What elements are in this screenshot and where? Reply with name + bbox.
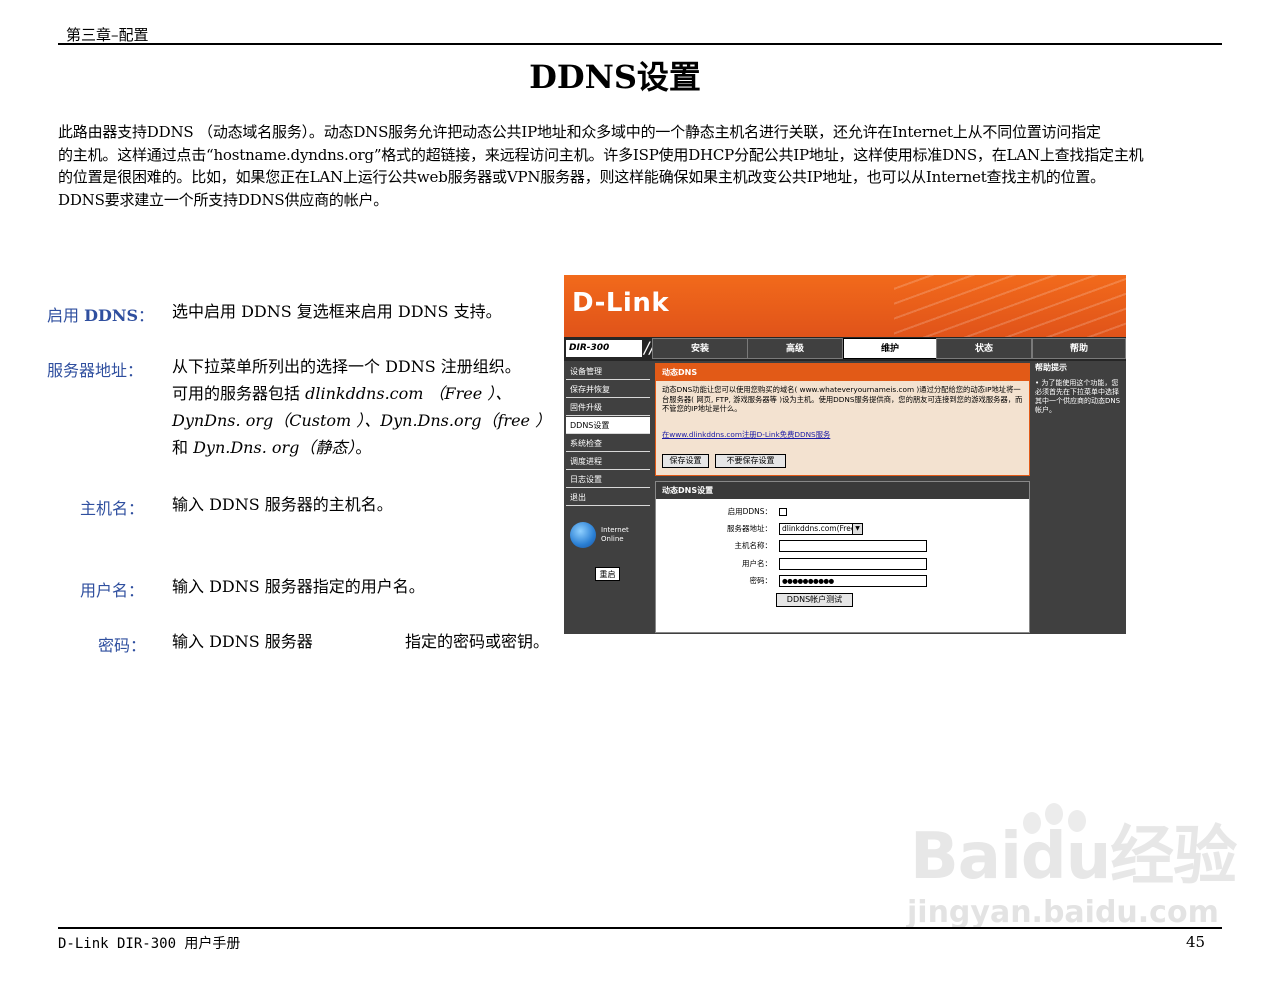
- nav-logout[interactable]: 退出: [566, 489, 650, 506]
- nav-firmware-update[interactable]: 固件升级: [566, 399, 650, 416]
- password-desc-a: 输入 DDNS 服务器: [172, 632, 313, 651]
- intro-line: 的主机。这样通过点击“hostname.dyndns.org”格式的超链接，来远…: [58, 145, 1144, 164]
- chevron-down-icon[interactable]: ▼: [852, 524, 862, 534]
- help-title: 帮助提示: [1035, 363, 1067, 372]
- password-label: 密码：: [98, 636, 147, 655]
- server-address-select[interactable]: dlinkddns.com(Free): [779, 523, 863, 535]
- tab-help[interactable]: 帮助: [1032, 338, 1126, 359]
- intro-line: 此路由器支持DDNS （动态域名服务）。动态DNS服务允许把动态公共IP地址和众…: [58, 123, 1101, 141]
- password-field-label: 密码：: [749, 576, 773, 585]
- model-badge: DIR-300: [566, 340, 642, 357]
- page-title: DDNS设置: [529, 58, 701, 96]
- footer-rule: [58, 927, 1222, 929]
- tab-status[interactable]: 状态: [936, 338, 1032, 359]
- internet-status-text: Internet Online: [601, 526, 629, 543]
- nav-device-admin[interactable]: 设备管理: [566, 363, 650, 380]
- server-address-field-label: 服务器地址：: [727, 524, 772, 533]
- nav-system-check[interactable]: 系统检查: [566, 435, 650, 452]
- ddns-settings-box: [655, 481, 1030, 633]
- reboot-button[interactable]: 重启: [595, 567, 620, 581]
- footer-manual-title: D-Link DIR-300 用户手册: [58, 936, 241, 952]
- intro-line: 的位置是很困难的。比如，如果您正在LAN上运行公共web服务器或VPN服务器，则…: [58, 168, 1105, 186]
- ddns-account-test-button[interactable]: DDNS帐户测试: [776, 593, 853, 607]
- ddns-info-text: 动态DNS功能让您可以使用您购买的域名( www.whateveryournam…: [662, 385, 1023, 413]
- ddns-settings-title: 动态DNS设置: [656, 482, 1029, 499]
- tab-maintenance[interactable]: 维护: [843, 338, 937, 359]
- enable-ddns-checkbox[interactable]: [779, 508, 787, 516]
- hostname-field-label: 主机名称：: [734, 541, 773, 550]
- password-input[interactable]: ●●●●●●●●●●: [779, 575, 927, 587]
- nav-log-settings[interactable]: 日志设置: [566, 471, 650, 488]
- password-desc-b: 指定的密码或密钥。: [405, 632, 550, 651]
- enable-ddns-desc: 选中启用 DDNS 复选框来启用 DDNS 支持。: [172, 302, 502, 321]
- baidu-watermark-url: jingyan.baidu.com: [907, 895, 1219, 930]
- dlinkddns-register-link[interactable]: 在www.dlinkddns.com注册D-Link免费DDNS服务: [662, 430, 830, 440]
- enable-ddns-field-label: 启用DDNS：: [727, 507, 772, 516]
- help-text: • 为了能使用这个功能，您必须首先在下拉菜单中选择其中一个供应商的动态DNS帐户…: [1035, 379, 1121, 414]
- hostname-desc: 输入 DDNS 服务器的主机名。: [172, 495, 393, 514]
- dont-save-button[interactable]: 不要保存设置: [715, 454, 786, 468]
- nav-schedules[interactable]: 调度进程: [566, 453, 650, 470]
- hostname-input[interactable]: [779, 540, 927, 552]
- ddns-info-title: 动态DNS: [656, 364, 1029, 381]
- save-settings-button[interactable]: 保存设置: [662, 454, 709, 468]
- hostname-label: 主机名：: [80, 499, 145, 518]
- username-label: 用户名：: [80, 581, 145, 600]
- username-input[interactable]: [779, 558, 927, 570]
- server-address-desc: 从下拉菜单所列出的选择一个 DDNS 注册组织。 可用的服务器包括 dlinkd…: [172, 357, 552, 457]
- router-screenshot: D-Link DIR-300 // 安装 高级 维护 状态 帮助 设备管理 保存…: [564, 275, 1126, 634]
- username-field-label: 用户名：: [742, 559, 772, 568]
- nav-save-restore[interactable]: 保存并恢复: [566, 381, 650, 398]
- dlink-logo: D-Link: [572, 288, 670, 318]
- server-address-label: 服务器地址：: [47, 361, 144, 380]
- baidu-watermark: Baidu经验: [910, 820, 1237, 894]
- page-number: 45: [1186, 933, 1206, 951]
- enable-ddns-label: 启用 DDNS：: [47, 306, 155, 325]
- internet-online-icon: [570, 522, 596, 548]
- tab-advanced[interactable]: 高级: [747, 338, 843, 359]
- chapter-header: 第三章–配置: [66, 26, 149, 44]
- username-desc: 输入 DDNS 服务器指定的用户名。: [172, 577, 425, 596]
- intro-paragraph: 此路由器支持DDNS （动态域名服务）。动态DNS服务允许把动态公共IP地址和众…: [58, 121, 1238, 211]
- tab-setup[interactable]: 安装: [652, 338, 748, 359]
- intro-line: DDNS要求建立一个所支持DDNS供应商的帐户。: [58, 190, 389, 209]
- nav-ddns-settings[interactable]: DDNS设置: [566, 417, 650, 434]
- header-rule: [58, 43, 1222, 45]
